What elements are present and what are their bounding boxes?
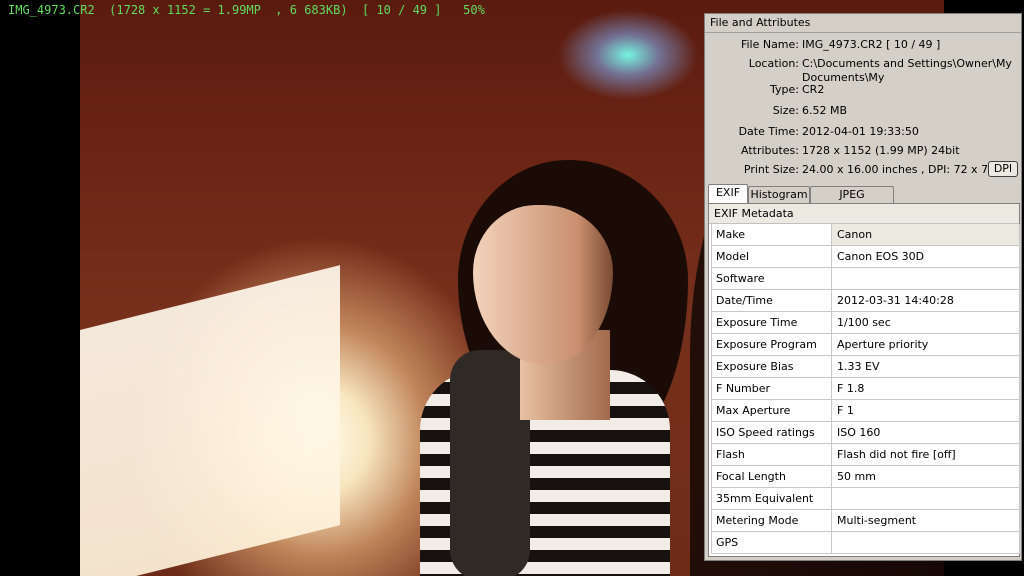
exif-key: Exposure Time: [712, 312, 832, 333]
attr-label: Type:: [770, 83, 799, 96]
attr-value: C:\Documents and Settings\Owner\My: [802, 57, 1012, 70]
attr-value: IMG_4973.CR2 [ 10 / 49 ]: [802, 38, 941, 51]
table-row[interactable]: Max Aperture F 1: [712, 400, 1019, 422]
tab-exif[interactable]: EXIF: [708, 184, 748, 203]
exif-value: Canon EOS 30D: [837, 250, 925, 263]
exif-value: F 1.8: [837, 382, 865, 395]
exif-table[interactable]: Make Canon Model Canon EOS 30D Software Da…: [711, 224, 1020, 554]
exif-value: [832, 268, 1019, 289]
exif-key: Metering Mode: [712, 510, 832, 531]
exif-value: 1.33 EV: [837, 360, 880, 373]
exif-value: Multi-segment: [837, 514, 917, 527]
exif-value: 2012-03-31 14:40:28: [837, 294, 954, 307]
table-row[interactable]: GPS: [712, 532, 1019, 554]
exif-value: 1/100 sec: [837, 316, 891, 329]
table-row[interactable]: Make Canon: [712, 224, 1019, 246]
attr-value: 6.52 MB: [802, 104, 848, 117]
table-row[interactable]: Software: [712, 268, 1019, 290]
dpi-button[interactable]: DPI: [988, 161, 1018, 177]
attr-value: CR2: [802, 83, 825, 96]
attr-label: Date Time:: [738, 125, 799, 138]
exif-key: ISO Speed ratings: [712, 422, 832, 443]
exif-key: Exposure Program: [712, 334, 832, 355]
file-attributes-panel: File and Attributes File Name: IMG_4973.…: [704, 13, 1022, 561]
image-info-overlay: IMG_4973.CR2 (1728 x 1152 = 1.99MP , 6 6…: [8, 3, 485, 17]
exif-value: F 1: [837, 404, 854, 417]
exif-value: [832, 532, 1019, 553]
exif-key: Model: [712, 246, 832, 267]
table-row[interactable]: Model Canon EOS 30D: [712, 246, 1019, 268]
table-row[interactable]: F Number F 1.8: [712, 378, 1019, 400]
tab-histogram[interactable]: Histogram: [748, 186, 810, 203]
exif-key: Date/Time: [712, 290, 832, 311]
table-row[interactable]: Date/Time 2012-03-31 14:40:28: [712, 290, 1019, 312]
exif-value: 50 mm: [837, 470, 876, 483]
exif-value: Canon: [832, 224, 1019, 245]
exif-key: Flash: [712, 444, 832, 465]
exif-tab-panel: EXIF Metadata Make Canon Model Canon EOS 3…: [708, 203, 1020, 557]
exif-key: Make: [712, 224, 832, 245]
exif-key: GPS: [712, 532, 832, 553]
attr-print-size: Print Size: 24.00 x 16.00 inches , DPI: …: [705, 163, 1021, 177]
exif-key: Max Aperture: [712, 400, 832, 421]
exif-key: 35mm Equivalent: [712, 488, 832, 509]
attr-file-name: File Name: IMG_4973.CR2 [ 10 / 49 ]: [705, 38, 1021, 52]
table-row[interactable]: ISO Speed ratings ISO 160: [712, 422, 1019, 444]
exif-value: Flash did not fire [off]: [837, 448, 956, 461]
attr-size: Size: 6.52 MB: [705, 104, 1021, 118]
table-row[interactable]: Exposure Time 1/100 sec: [712, 312, 1019, 334]
attr-value: 24.00 x 16.00 inches , DPI: 72 x 72: [802, 163, 996, 176]
table-row[interactable]: Exposure Program Aperture priority: [712, 334, 1019, 356]
table-row[interactable]: Exposure Bias 1.33 EV: [712, 356, 1019, 378]
attr-label: Size:: [772, 104, 799, 117]
attr-label: Attributes:: [740, 144, 799, 157]
exif-header: EXIF Metadata: [709, 204, 1019, 224]
table-row[interactable]: Metering Mode Multi-segment: [712, 510, 1019, 532]
exif-key: Software: [712, 268, 832, 289]
tab-jpeg-comment[interactable]: JPEG Comment: [810, 186, 894, 217]
attr-value: 2012-04-01 19:33:50: [802, 125, 919, 138]
exif-key: F Number: [712, 378, 832, 399]
table-row[interactable]: Focal Length 50 mm: [712, 466, 1019, 488]
exif-key: Focal Length: [712, 466, 832, 487]
photo-subject-vest: [450, 350, 530, 576]
attr-value: 1728 x 1152 (1.99 MP) 24bit: [802, 144, 960, 157]
attr-attributes: Attributes: 1728 x 1152 (1.99 MP) 24bit: [705, 144, 1021, 158]
table-row[interactable]: Flash Flash did not fire [off]: [712, 444, 1019, 466]
attr-label: File Name:: [740, 38, 799, 51]
exif-key: Exposure Bias: [712, 356, 832, 377]
panel-title: File and Attributes: [705, 14, 1021, 33]
exif-value: [832, 488, 1019, 509]
photo-paper-sheet: [80, 265, 340, 576]
attr-label: Location:: [748, 57, 799, 70]
exif-value: Aperture priority: [837, 338, 929, 351]
exif-value: ISO 160: [837, 426, 881, 439]
attr-label: Print Size:: [743, 163, 799, 176]
table-row[interactable]: 35mm Equivalent: [712, 488, 1019, 510]
attr-location: Location: C:\Documents and Settings\Owne…: [705, 57, 1021, 71]
attr-date-time: Date Time: 2012-04-01 19:33:50: [705, 125, 1021, 139]
attr-type: Type: CR2: [705, 83, 1021, 97]
